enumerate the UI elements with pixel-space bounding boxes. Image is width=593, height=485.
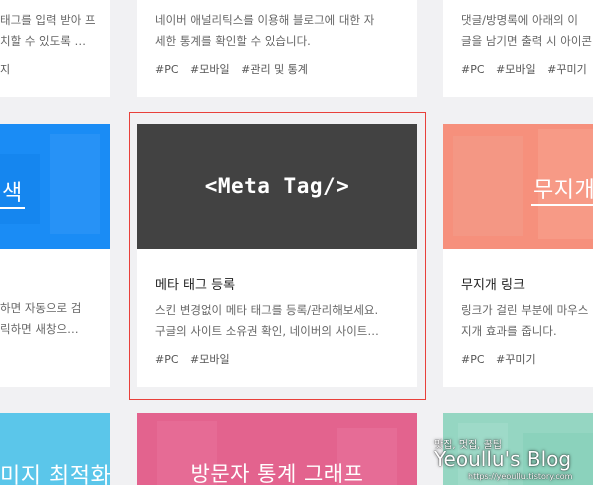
card-tags: #PC #모바일 — [155, 351, 417, 367]
card-thumbnail: 미지 최적화 — [0, 413, 110, 485]
plugin-card-search[interactable]: 색 하면 자동으로 검 릭하면 새창으… — [0, 124, 110, 387]
card-desc-line: 링크가 걸린 부분에 마우스 — [461, 303, 589, 317]
tag-mobile[interactable]: #모바일 — [190, 63, 230, 76]
card-tags: #PC #꾸미기 — [461, 351, 593, 367]
card-desc-line: 구글의 사이트 소유권 확인, 네이버의 사이트… — [155, 324, 379, 338]
card-desc-line: 릭하면 새창으… — [0, 322, 79, 336]
card-desc-line: 치할 수 있도록 … — [0, 34, 86, 48]
thumbnail-label: 미지 최적화 — [0, 464, 110, 485]
plugin-card-rainbow-link[interactable]: 무지개 무지개 링크 링크가 걸린 부분에 마우스 지개 효과를 줍니다. #P… — [443, 124, 593, 387]
plugin-card-meta-tag[interactable]: <Meta Tag/> 메타 태그 등록 스킨 변경없이 메타 태그를 등록/관… — [137, 124, 417, 387]
card-thumbnail: <Meta Tag/> — [137, 124, 417, 249]
card-desc-line: 세한 통계를 확인할 수 있습니다. — [155, 34, 311, 48]
plugin-card-top-left[interactable]: 태그를 입력 받아 프 치할 수 있도록 … 지 — [0, 0, 110, 97]
tag[interactable]: 지 — [0, 63, 10, 76]
tag-pc[interactable]: #PC — [155, 63, 179, 76]
tag-mobile[interactable]: #모바일 — [496, 63, 536, 76]
card-desc-line: 댓글/방명록에 아래의 이 — [461, 13, 578, 27]
plugin-card-visitor-graph[interactable]: 방문자 통계 그래프 — [137, 413, 417, 485]
card-desc-line: 지개 효과를 줍니다. — [461, 324, 557, 338]
plugin-card-image-optimize[interactable]: 미지 최적화 — [0, 413, 110, 485]
card-tags: 지 — [0, 61, 110, 77]
thumbnail-label: 무지개 — [531, 172, 593, 206]
tag-decorate[interactable]: #꾸미기 — [496, 353, 536, 366]
plugin-card-comment-icon[interactable]: 댓글/방명록에 아래의 이 글을 남기면 출력 시 아이콘 #PC #모바일 #… — [443, 0, 593, 97]
watermark-url: https://yeoullu.tistory.com — [468, 472, 573, 481]
card-title: 메타 태그 등록 — [155, 278, 236, 293]
tag-pc[interactable]: #PC — [155, 353, 179, 366]
thumbnail-label: 방문자 통계 그래프 — [190, 462, 364, 485]
thumbnail-label: 색 — [0, 175, 25, 209]
card-tags: #PC #모바일 #꾸미기 — [461, 61, 593, 77]
tag-pc[interactable]: #PC — [461, 63, 485, 76]
thumbnail-label: <Meta Tag/> — [204, 174, 350, 198]
card-desc-line: 네이버 애널리틱스를 이용해 블로그에 대한 자 — [155, 13, 375, 27]
card-desc-line: 하면 자동으로 검 — [0, 301, 82, 315]
card-thumbnail: 방문자 통계 그래프 — [137, 413, 417, 485]
card-title: 무지개 링크 — [461, 278, 525, 293]
card-thumbnail: 색 — [0, 124, 110, 249]
tag-mobile[interactable]: #모바일 — [190, 353, 230, 366]
plugin-card-naver-analytics[interactable]: 네이버 애널리틱스를 이용해 블로그에 대한 자 세한 통계를 확인할 수 있습… — [137, 0, 417, 97]
tag-decorate[interactable]: #꾸미기 — [547, 63, 587, 76]
card-desc-line: 스킨 변경없이 메타 태그를 등록/관리해보세요. — [155, 303, 379, 317]
watermark-title: Yeoullu's Blog — [434, 447, 572, 471]
tag-pc[interactable]: #PC — [461, 353, 485, 366]
card-thumbnail: 무지개 — [443, 124, 593, 249]
card-desc-line: 글을 남기면 출력 시 아이콘 — [461, 34, 593, 48]
card-desc-line: 태그를 입력 받아 프 — [0, 13, 96, 27]
card-tags: #PC #모바일 #관리 및 통계 — [155, 61, 417, 77]
tag-management[interactable]: #관리 및 통계 — [241, 63, 308, 76]
